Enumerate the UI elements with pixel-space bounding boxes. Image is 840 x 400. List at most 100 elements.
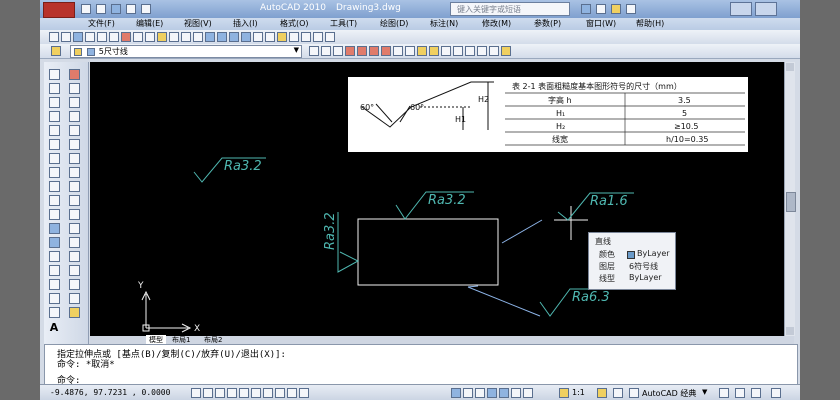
rotate-icon[interactable]	[68, 153, 80, 164]
menu-help[interactable]: 帮助(H)	[636, 18, 664, 29]
polar-tracking-icon[interactable]	[227, 388, 237, 398]
text-icon[interactable]	[465, 46, 475, 56]
dim-aligned-icon[interactable]	[429, 46, 439, 56]
quick-view-layouts-icon[interactable]	[463, 388, 473, 398]
cut-icon[interactable]	[121, 32, 131, 42]
break-icon[interactable]	[68, 237, 80, 248]
layer-previous-icon[interactable]	[309, 46, 319, 56]
pan-icon[interactable]	[205, 32, 215, 42]
stretch-icon[interactable]	[68, 181, 80, 192]
dim-linear-icon[interactable]	[417, 46, 427, 56]
design-center-icon[interactable]	[265, 32, 275, 42]
menu-view[interactable]: 视图(V)	[184, 18, 212, 29]
undo-icon[interactable]	[140, 4, 151, 14]
palette-icon[interactable]	[68, 307, 80, 318]
open-icon[interactable]	[61, 32, 71, 42]
trim-icon[interactable]	[393, 46, 403, 56]
command-window[interactable]: 指定拉伸点或 [基点(B)/复制(C)/放弃(U)/退出(X)]: 命令: *取…	[44, 344, 798, 386]
line-tool-icon[interactable]	[48, 69, 60, 80]
trim-tool-icon[interactable]	[68, 195, 80, 206]
erase-tool-icon[interactable]	[68, 69, 80, 80]
rectangle-icon[interactable]	[48, 125, 60, 136]
minimize-icon[interactable]	[730, 2, 752, 16]
new-icon[interactable]	[49, 32, 59, 42]
construction-line-icon[interactable]	[48, 83, 60, 94]
properties-icon[interactable]	[253, 32, 263, 42]
tool-palettes-icon[interactable]	[277, 32, 287, 42]
help-icon[interactable]	[625, 4, 636, 14]
dim-radius-icon[interactable]	[441, 46, 451, 56]
model-space-icon[interactable]	[451, 388, 461, 398]
save-icon[interactable]	[110, 4, 121, 14]
dimension-style-icon[interactable]	[501, 46, 511, 56]
lineweight-icon[interactable]	[287, 388, 297, 398]
zoom-status-icon[interactable]	[499, 388, 509, 398]
chevron-down-icon[interactable]: ▼	[294, 46, 299, 54]
markup-icon[interactable]	[301, 32, 311, 42]
print-icon[interactable]	[125, 4, 136, 14]
dynamic-input-icon[interactable]	[275, 388, 285, 398]
make-current-icon[interactable]	[321, 46, 331, 56]
zoom-previous-icon[interactable]	[241, 32, 251, 42]
auto-scale-icon[interactable]	[613, 388, 623, 398]
vertical-scrollbar[interactable]	[784, 62, 796, 336]
spline-icon[interactable]	[48, 181, 60, 192]
explode-icon[interactable]	[68, 293, 80, 304]
polygon-icon[interactable]	[48, 111, 60, 122]
hardware-acceleration-icon[interactable]	[735, 388, 745, 398]
chevron-down-icon[interactable]: ▼	[702, 388, 707, 396]
menu-format[interactable]: 格式(O)	[280, 18, 309, 29]
match-properties-icon[interactable]	[157, 32, 167, 42]
menu-tools[interactable]: 工具(T)	[330, 18, 357, 29]
xline-icon[interactable]	[357, 46, 367, 56]
subscription-icon[interactable]	[595, 4, 606, 14]
move-icon[interactable]	[68, 139, 80, 150]
menu-parametric[interactable]: 参数(P)	[534, 18, 561, 29]
table-tool-icon[interactable]	[48, 307, 60, 318]
offset-icon[interactable]	[68, 111, 80, 122]
layer-properties-icon[interactable]	[51, 46, 61, 56]
array-icon[interactable]	[68, 125, 80, 136]
region-icon[interactable]	[48, 293, 60, 304]
scroll-up-icon[interactable]	[786, 63, 794, 71]
erase-icon[interactable]	[381, 46, 391, 56]
hatch-icon[interactable]	[477, 46, 487, 56]
circle-icon[interactable]	[405, 46, 415, 56]
redo-icon[interactable]	[193, 32, 203, 42]
help-icon[interactable]	[325, 32, 335, 42]
block-editor-icon[interactable]	[169, 32, 179, 42]
ellipse-arc-icon[interactable]	[48, 209, 60, 220]
annotation-visibility-icon[interactable]	[597, 388, 607, 398]
lock-icon[interactable]	[719, 388, 729, 398]
snap-mode-icon[interactable]	[191, 388, 201, 398]
drawing-canvas[interactable]: 60° 60° H1 H2 表 2-1 表面粗糙度基本图形符号的尺寸（mm） 字…	[90, 62, 784, 336]
make-block-icon[interactable]	[48, 237, 60, 248]
showmotion-icon[interactable]	[523, 388, 533, 398]
maximize-icon[interactable]	[754, 2, 777, 16]
paste-icon[interactable]	[145, 32, 155, 42]
mtext-icon[interactable]: A	[49, 321, 60, 334]
object-snap-tracking-icon[interactable]	[251, 388, 261, 398]
grid-display-icon[interactable]	[203, 388, 213, 398]
zoom-window-icon[interactable]	[229, 32, 239, 42]
menu-draw[interactable]: 绘图(D)	[380, 18, 408, 29]
search-icon[interactable]	[581, 4, 591, 14]
favorites-icon[interactable]	[610, 4, 621, 14]
break-at-point-icon[interactable]	[68, 223, 80, 234]
workspace-dropdown[interactable]: AutoCAD 经典	[642, 388, 696, 399]
quick-view-drawings-icon[interactable]	[475, 388, 485, 398]
mirror-icon[interactable]	[68, 97, 80, 108]
quick-properties-icon[interactable]	[299, 388, 309, 398]
line-icon[interactable]	[345, 46, 355, 56]
fillet-icon[interactable]	[68, 279, 80, 290]
insert-block-icon[interactable]	[48, 223, 60, 234]
extend-icon[interactable]	[68, 209, 80, 220]
dynamic-ucs-icon[interactable]	[263, 388, 273, 398]
menu-dimension[interactable]: 标注(N)	[430, 18, 458, 29]
ellipse-icon[interactable]	[48, 195, 60, 206]
print-icon[interactable]	[85, 32, 95, 42]
chamfer-icon[interactable]	[68, 265, 80, 276]
circle-tool-icon[interactable]	[48, 153, 60, 164]
save-icon[interactable]	[73, 32, 83, 42]
open-file-icon[interactable]	[95, 4, 106, 14]
